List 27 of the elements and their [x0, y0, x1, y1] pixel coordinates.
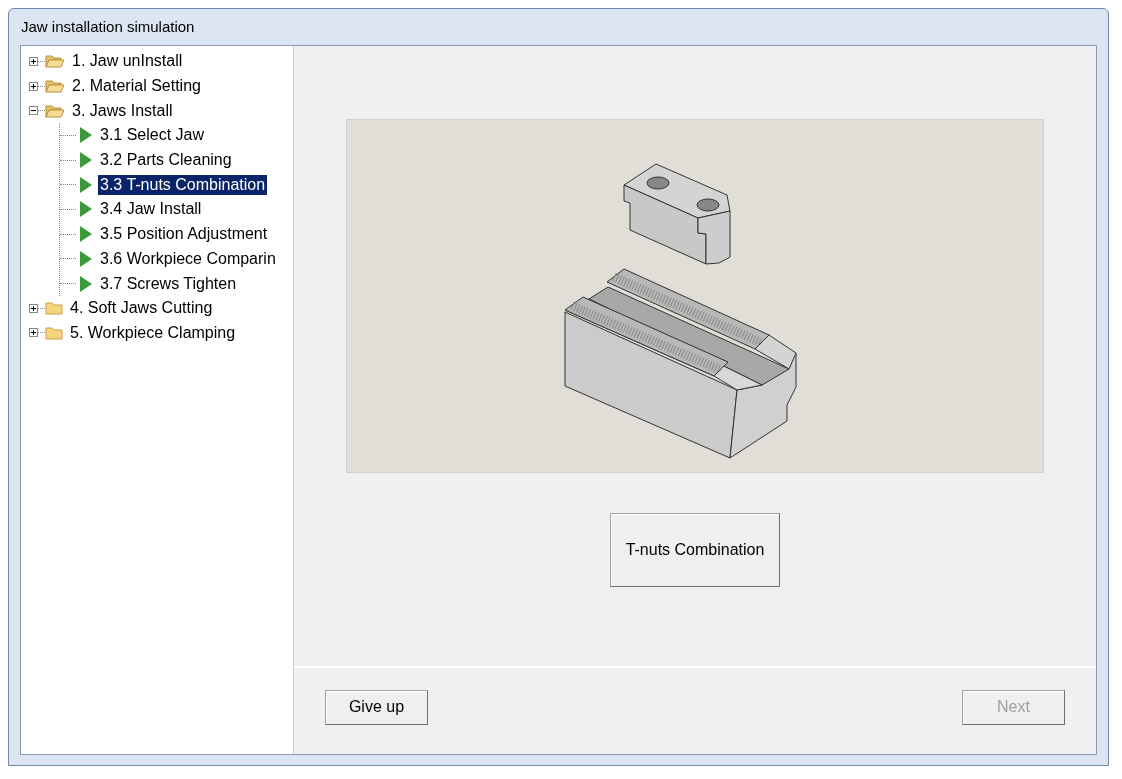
tree-item[interactable]: 5. Workpiece Clamping — [68, 322, 238, 343]
play-icon — [80, 176, 92, 193]
tree-item[interactable]: 1. Jaw unInstall — [70, 51, 185, 72]
play-icon — [80, 152, 92, 169]
tree-item[interactable]: 4. Soft Jaws Cutting — [68, 298, 215, 319]
give-up-button[interactable]: Give up — [325, 689, 428, 725]
play-icon — [80, 127, 92, 144]
tree-item[interactable]: 3. Jaws Install — [70, 100, 175, 121]
tree-item[interactable]: 3.4 Jaw Install — [98, 199, 204, 220]
step-button[interactable]: T-nuts Combination — [610, 513, 780, 587]
collapse-icon[interactable] — [29, 106, 38, 116]
expand-icon[interactable] — [29, 81, 38, 91]
tree-item[interactable]: 3.1 Select Jaw — [98, 125, 207, 146]
expand-icon[interactable] — [29, 56, 38, 66]
window-title: Jaw installation simulation — [21, 16, 195, 37]
tree-item[interactable]: 3.2 Parts Cleaning — [98, 150, 234, 171]
tree-item[interactable]: 2. Material Setting — [70, 76, 203, 97]
expand-icon[interactable] — [29, 303, 38, 313]
play-icon — [80, 275, 92, 292]
tree-item[interactable]: 3.5 Position Adjustment — [98, 224, 270, 245]
tree-item[interactable]: 3.7 Screws Tighten — [98, 273, 239, 294]
tree-item[interactable]: 3.6 Workpiece Comparin — [98, 248, 278, 269]
play-icon — [80, 226, 92, 243]
expand-icon[interactable] — [29, 328, 38, 338]
play-icon — [80, 250, 92, 267]
tree-item[interactable]: 3.3 T-nuts Combination — [98, 174, 268, 195]
play-icon — [80, 201, 92, 218]
